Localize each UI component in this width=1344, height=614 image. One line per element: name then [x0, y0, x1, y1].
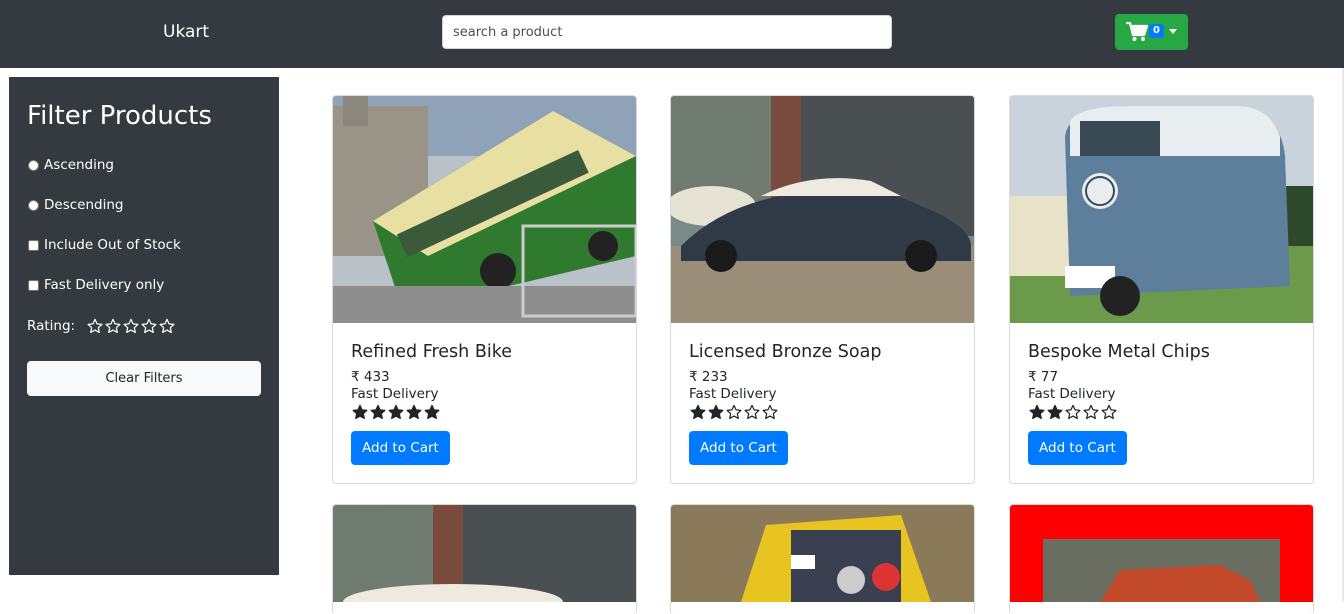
- product-image-red-suv: [1010, 505, 1313, 602]
- ascending-label: Ascending: [44, 157, 114, 173]
- search-input[interactable]: [442, 15, 892, 49]
- out-of-stock-option[interactable]: Include Out of Stock: [27, 237, 181, 253]
- product-rating: [1028, 404, 1118, 420]
- product-card: Licensed Bronze Soap ₹ 233 Fast Delivery…: [670, 95, 975, 484]
- product-title[interactable]: Refined Fresh Bike: [351, 342, 512, 362]
- out-of-stock-checkbox[interactable]: [28, 239, 39, 251]
- product-card: [670, 504, 975, 614]
- product-card: [332, 504, 637, 614]
- rating-filter-stars: [86, 318, 176, 334]
- delivery-label: Fast Delivery: [689, 386, 777, 402]
- product-image-green-bus: [333, 96, 636, 323]
- sort-descending-option[interactable]: Descending: [27, 197, 123, 213]
- cart-count-badge: 0: [1149, 24, 1164, 38]
- filter-sidebar: Filter Products Ascending Descending Inc…: [9, 77, 279, 575]
- clear-filters-button[interactable]: Clear Filters: [27, 361, 261, 396]
- star-outline-icon: [1101, 404, 1117, 420]
- product-card: [1009, 504, 1314, 614]
- star-filled-icon: [352, 404, 368, 420]
- star-filled-icon: [690, 404, 706, 420]
- product-title[interactable]: Bespoke Metal Chips: [1028, 342, 1210, 362]
- rating-label: Rating:: [27, 318, 76, 334]
- fast-delivery-label: Fast Delivery only: [44, 277, 165, 293]
- star-outline-icon: [744, 404, 760, 420]
- add-to-cart-button[interactable]: Add to Cart: [1028, 431, 1127, 465]
- add-to-cart-button[interactable]: Add to Cart: [351, 431, 450, 465]
- star-filled-icon: [424, 404, 440, 420]
- fast-delivery-checkbox[interactable]: [28, 279, 39, 291]
- product-rating: [351, 404, 441, 420]
- star-outline-icon: [1065, 404, 1081, 420]
- product-image-vw-van: [1010, 96, 1313, 323]
- product-price: ₹ 233: [689, 369, 728, 385]
- add-to-cart-button[interactable]: Add to Cart: [689, 431, 788, 465]
- ascending-radio[interactable]: [28, 159, 39, 171]
- brand-logo[interactable]: Ukart: [163, 22, 209, 42]
- star-filled-icon: [708, 404, 724, 420]
- product-card: Bespoke Metal Chips ₹ 77 Fast Delivery A…: [1009, 95, 1314, 484]
- star-outline-icon[interactable]: [122, 318, 140, 334]
- descending-label: Descending: [44, 197, 124, 213]
- delivery-label: Fast Delivery: [351, 386, 439, 402]
- cart-dropdown-button[interactable]: 0: [1115, 14, 1188, 50]
- product-image-classic-car: [333, 505, 636, 602]
- product-card: Refined Fresh Bike ₹ 433 Fast Delivery A…: [332, 95, 637, 484]
- product-title[interactable]: Licensed Bronze Soap: [689, 342, 881, 362]
- star-filled-icon: [370, 404, 386, 420]
- star-filled-icon: [388, 404, 404, 420]
- shopping-cart-icon: [1126, 22, 1148, 42]
- product-image-rally-car: [671, 505, 974, 602]
- product-rating: [689, 404, 779, 420]
- star-outline-icon: [726, 404, 742, 420]
- sort-ascending-option[interactable]: Ascending: [27, 157, 114, 173]
- star-outline-icon: [762, 404, 778, 420]
- star-outline-icon[interactable]: [104, 318, 122, 334]
- star-filled-icon: [1047, 404, 1063, 420]
- star-filled-icon: [406, 404, 422, 420]
- product-price: ₹ 77: [1028, 369, 1059, 385]
- star-outline-icon[interactable]: [158, 318, 176, 334]
- fast-delivery-option[interactable]: Fast Delivery only: [27, 277, 164, 293]
- navbar: Ukart 0: [0, 0, 1344, 68]
- star-outline-icon[interactable]: [86, 318, 104, 334]
- star-outline-icon: [1083, 404, 1099, 420]
- rating-filter: Rating:: [27, 318, 176, 334]
- chevron-down-icon: [1169, 29, 1177, 34]
- product-price: ₹ 433: [351, 369, 390, 385]
- filter-title: Filter Products: [27, 101, 212, 131]
- delivery-label: Fast Delivery: [1028, 386, 1116, 402]
- descending-radio[interactable]: [28, 199, 39, 211]
- star-filled-icon: [1029, 404, 1045, 420]
- star-outline-icon[interactable]: [140, 318, 158, 334]
- product-image-classic-car: [671, 96, 974, 323]
- out-of-stock-label: Include Out of Stock: [44, 237, 181, 253]
